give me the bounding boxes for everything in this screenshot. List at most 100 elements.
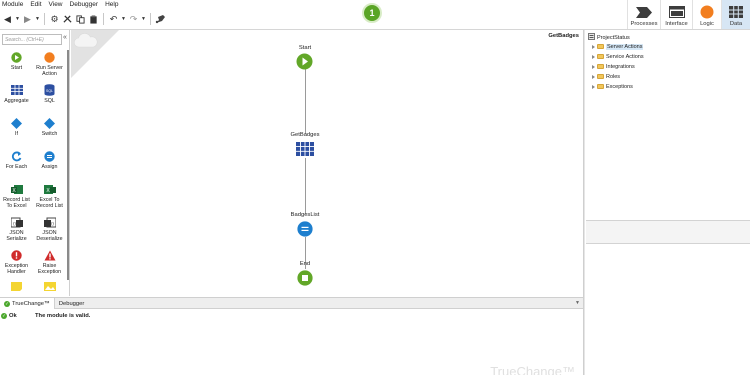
toolbar-separator (44, 13, 45, 25)
flow-canvas[interactable]: GetBadges Start GetBadges BadgesList End (71, 30, 583, 296)
tool-label: Switch (41, 131, 58, 137)
redo-dropdown-icon[interactable]: ▼ (141, 12, 146, 26)
copy-icon[interactable] (75, 12, 86, 26)
for-each-icon (11, 150, 22, 162)
tree-item-label: Roles (606, 73, 621, 80)
tool-json-deserialize[interactable]: {} JSON Deserialize (33, 216, 66, 244)
tool-record-list-to-excel[interactable]: X Record List To Excel (0, 183, 33, 211)
top-tabs: Processes Interface Logic Data (627, 0, 750, 29)
tree-item-exceptions[interactable]: Exceptions (592, 82, 633, 91)
folder-icon (597, 44, 604, 49)
expand-arrow-icon[interactable] (592, 54, 595, 59)
undo-icon[interactable]: ↶ (108, 12, 119, 26)
message-status-label: Ok (9, 313, 17, 319)
toolbar-separator (103, 13, 104, 25)
tool-raise-exception[interactable]: Raise Exception (33, 249, 66, 277)
sql-icon: SQL (44, 84, 55, 96)
properties-header (586, 220, 750, 244)
toolbox-scrollbar[interactable] (67, 50, 69, 280)
tool-comment[interactable] (0, 282, 33, 292)
tree-root[interactable]: ProjectStatus (588, 33, 630, 42)
tab-label: Processes (630, 21, 658, 27)
toolbox-search-input[interactable]: Search... (Ctrl+E) (2, 34, 62, 45)
tool-label: If (15, 131, 18, 137)
tab-debugger[interactable]: Debugger (55, 298, 88, 309)
collapse-toolbox-icon[interactable]: « (63, 34, 67, 41)
message-row[interactable]: ✓ Ok The module is valid. (0, 312, 583, 320)
forward-icon[interactable]: ▶ (22, 12, 33, 26)
menu-module[interactable]: Module (2, 1, 23, 8)
tree-item-label: Service Actions (606, 53, 644, 60)
menu-debugger[interactable]: Debugger (70, 1, 99, 8)
back-icon[interactable]: ◀ (2, 12, 13, 26)
tool-label: Aggregate (4, 98, 29, 104)
tool-assign[interactable]: Assign (33, 150, 66, 178)
aggregate-icon (10, 84, 23, 96)
tool-sql[interactable]: SQL SQL (33, 84, 66, 112)
logic-tree: ProjectStatus Server Actions Service Act… (586, 30, 750, 220)
tool-label: Raise Exception (37, 263, 62, 276)
tool-aggregate[interactable]: Aggregate (0, 84, 33, 112)
vertical-splitter[interactable] (583, 30, 585, 375)
tree-item-server-actions[interactable]: Server Actions (592, 42, 644, 51)
expand-arrow-icon[interactable] (592, 64, 595, 69)
start-node-icon[interactable] (296, 53, 313, 72)
image-icon (43, 282, 56, 291)
panel-menu-icon[interactable]: ▼ (575, 300, 580, 306)
tool-json-serialize[interactable]: {} JSON Serialize (0, 216, 33, 244)
expand-arrow-icon[interactable] (592, 74, 595, 79)
redo-icon[interactable]: ↷ (128, 12, 139, 26)
menu-view[interactable]: View (49, 1, 63, 8)
back-dropdown-icon[interactable]: ▼ (15, 12, 20, 26)
start-icon (11, 51, 22, 63)
publish-icon[interactable] (155, 12, 166, 26)
bottom-tabs: ✓ TrueChange™ Debugger ▼ (0, 298, 583, 309)
forward-dropdown-icon[interactable]: ▼ (35, 12, 40, 26)
menu-bar: Module Edit View Debugger Help (0, 0, 600, 9)
aggregate-node-icon[interactable] (296, 142, 314, 158)
expand-arrow-icon[interactable] (592, 84, 595, 89)
tree-item-integrations[interactable]: Integrations (592, 62, 635, 71)
end-node-icon[interactable] (297, 270, 313, 288)
flow-connector (305, 158, 306, 214)
tab-truechange[interactable]: ✓ TrueChange™ (0, 298, 55, 309)
expand-arrow-icon[interactable] (592, 44, 595, 49)
tool-for-each[interactable]: For Each (0, 150, 33, 178)
message-status: ✓ Ok (0, 313, 35, 319)
tab-processes[interactable]: Processes (627, 0, 660, 29)
comment-icon (11, 282, 22, 291)
paste-icon[interactable] (88, 12, 99, 26)
canvas-title: GetBadges (548, 33, 579, 39)
tool-exception-handler[interactable]: Exception Handler (0, 249, 33, 277)
tree-item-roles[interactable]: Roles (592, 72, 620, 81)
truechange-watermark: TrueChange™ (490, 364, 575, 375)
tool-image[interactable] (33, 282, 66, 292)
node-label-badgeslist: BadgesList (290, 212, 320, 218)
menu-edit[interactable]: Edit (30, 1, 41, 8)
folder-icon (597, 54, 604, 59)
tab-logic[interactable]: Logic (692, 0, 721, 29)
tool-label: Exception Handler (4, 263, 29, 276)
tool-start[interactable]: Start (0, 51, 33, 79)
tool-label: Start (10, 65, 23, 71)
assign-node-icon[interactable] (297, 221, 313, 239)
tab-data[interactable]: Data (721, 0, 750, 29)
tool-label: JSON Serialize (6, 230, 27, 243)
version-badge[interactable]: 1 (362, 3, 382, 23)
menu-help[interactable]: Help (105, 1, 118, 8)
tab-label: TrueChange™ (12, 300, 50, 307)
tree-item-service-actions[interactable]: Service Actions (592, 52, 644, 61)
tab-label: Logic (700, 21, 714, 27)
tool-label: Excel To Record List (36, 197, 63, 210)
tool-run-server-action[interactable]: Run Server Action (33, 51, 66, 79)
cut-icon[interactable] (62, 12, 73, 26)
undo-dropdown-icon[interactable]: ▼ (121, 12, 126, 26)
gear-icon[interactable]: ⚙ (49, 12, 60, 26)
tool-if[interactable]: If (0, 117, 33, 145)
toolbox-panel: Search... (Ctrl+E) « Start Run Server Ac… (0, 30, 70, 296)
tab-interface[interactable]: Interface (660, 0, 692, 29)
svg-text:SQL: SQL (46, 89, 53, 93)
tool-switch[interactable]: Switch (33, 117, 66, 145)
tool-excel-to-record-list[interactable]: X Excel To Record List (33, 183, 66, 211)
run-server-action-icon (44, 51, 55, 63)
